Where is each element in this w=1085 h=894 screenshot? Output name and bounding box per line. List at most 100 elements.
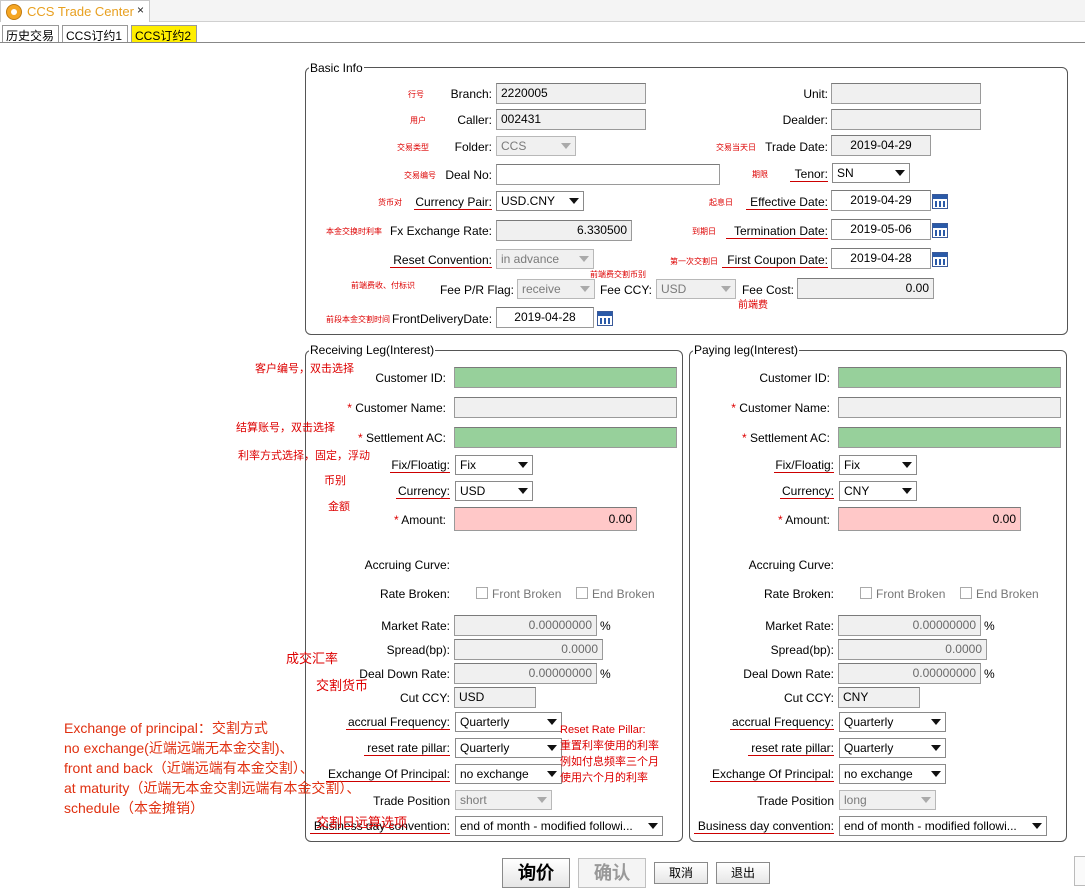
close-icon[interactable]: × <box>137 3 144 17</box>
receiving-market-rate-field[interactable]: 0.00000000 <box>454 615 597 636</box>
front-broken-label: Front Broken <box>492 587 562 601</box>
receiving-customer-id-field[interactable] <box>454 367 677 388</box>
paying-customer-id-field[interactable] <box>838 367 1061 388</box>
termdate-field[interactable]: 2019-05-06 <box>831 219 931 240</box>
paying-end-broken-checkbox[interactable] <box>960 587 972 599</box>
paying-market-rate-field[interactable]: 0.00000000 <box>838 615 981 636</box>
currency-label[interactable]: Currency: <box>396 484 450 499</box>
fix-floating-label[interactable]: Fix/Floatig: <box>774 458 834 473</box>
receiving-amount-field[interactable]: 0.00 <box>454 507 637 531</box>
paying-cut-ccy-field[interactable]: CNY <box>838 687 920 708</box>
termdate-label[interactable]: Termination Date: <box>726 224 828 239</box>
fxrate-field[interactable]: 6.330500 <box>496 220 632 241</box>
receiving-end-broken-checkbox[interactable] <box>576 587 588 599</box>
fix-floating-label[interactable]: Fix/Floatig: <box>390 458 450 473</box>
tab-ccs-1[interactable]: CCS订约1 <box>62 25 128 43</box>
chevron-down-icon <box>543 765 561 783</box>
branch-field[interactable]: 2220005 <box>496 83 646 104</box>
receiving-trade-position-select[interactable]: short <box>455 790 552 810</box>
calendar-icon[interactable] <box>597 311 613 326</box>
side-handle[interactable] <box>1074 856 1085 886</box>
receiving-fix-floating-select[interactable]: Fix <box>455 455 533 475</box>
cancel-button[interactable]: 取消 <box>654 862 708 884</box>
paying-exchange-principal-select[interactable]: no exchange <box>839 764 946 784</box>
receiving-exchange-principal-select[interactable]: no exchange <box>455 764 562 784</box>
exit-button[interactable]: 退出 <box>716 862 770 884</box>
front-delivery-field[interactable]: 2019-04-28 <box>496 307 594 328</box>
receiving-front-broken-checkbox[interactable] <box>476 587 488 599</box>
paying-accrual-frequency-select[interactable]: Quarterly <box>839 712 946 732</box>
dealno-field[interactable] <box>496 164 720 185</box>
receiving-customer-name-field[interactable] <box>454 397 677 418</box>
caller-label: Caller: <box>457 113 492 127</box>
dealno-label: Deal No: <box>445 168 492 182</box>
accrual-frequency-label[interactable]: accrual Frequency: <box>346 715 450 730</box>
annotation-exchange-line: at maturity（近端无本金交割远端有本金交割）、 <box>64 780 361 796</box>
front-note: 前段本金交割时间 <box>326 315 390 324</box>
receiving-cut-ccy-field[interactable]: USD <box>454 687 536 708</box>
fxrate-note: 本金交换时利率 <box>326 227 382 236</box>
chevron-down-icon <box>898 482 916 500</box>
ccypair-label[interactable]: Currency Pair: <box>414 195 492 210</box>
receiving-currency-select[interactable]: USD <box>455 481 533 501</box>
dealer-field[interactable] <box>831 109 981 130</box>
paying-front-broken-checkbox[interactable] <box>860 587 872 599</box>
calendar-icon[interactable] <box>932 223 948 238</box>
receiving-reset-rate-pillar-select[interactable]: Quarterly <box>455 738 562 758</box>
dealer-label: Dealder: <box>782 113 828 127</box>
receiving-accrual-frequency-select[interactable]: Quarterly <box>455 712 562 732</box>
confirm-button[interactable]: 确认 <box>578 858 646 888</box>
receiving-spread-field[interactable]: 0.0000 <box>454 639 603 660</box>
tab-history[interactable]: 历史交易 <box>2 25 59 43</box>
ccypair-select[interactable]: USD.CNY <box>496 191 584 211</box>
effdate-field[interactable]: 2019-04-29 <box>831 190 931 211</box>
tenor-select[interactable]: SN <box>832 163 910 183</box>
chevron-down-icon <box>565 192 583 210</box>
spread-label: Spread(bp): <box>386 643 450 657</box>
currency-label[interactable]: Currency: <box>780 484 834 499</box>
reset-convention-label[interactable]: Reset Convention: <box>390 253 492 268</box>
reset-convention-select[interactable]: in advance <box>496 249 594 269</box>
reset-rate-pillar-label[interactable]: reset rate pillar: <box>748 741 834 756</box>
inquiry-button[interactable]: 询价 <box>502 858 570 888</box>
paying-deal-down-rate-field[interactable]: 0.00000000 <box>838 663 981 684</box>
tradedate-label: Trade Date: <box>765 140 828 154</box>
paying-currency-select[interactable]: CNY <box>839 481 917 501</box>
required-mark: * <box>357 431 363 445</box>
firstcoupon-label[interactable]: First Coupon Date: <box>722 253 828 268</box>
ccypair-value: USD.CNY <box>501 194 556 208</box>
chevron-down-icon <box>927 739 945 757</box>
reset-rate-pillar-label[interactable]: reset rate pillar: <box>364 741 450 756</box>
receiving-deal-down-rate-field[interactable]: 0.00000000 <box>454 663 597 684</box>
window-tab[interactable]: CCS Trade Center × <box>0 0 150 22</box>
unit-field[interactable] <box>831 83 981 104</box>
caller-field[interactable]: 002431 <box>496 109 646 130</box>
calendar-icon[interactable] <box>932 252 948 267</box>
paying-settlement-ac-field[interactable] <box>838 427 1061 448</box>
paying-accrual-frequency-value: Quarterly <box>844 715 894 729</box>
feeflag-select[interactable]: receive <box>517 279 595 299</box>
receiving-settlement-ac-field[interactable] <box>454 427 677 448</box>
paying-business-day-select[interactable]: end of month - modified followi... <box>839 816 1047 836</box>
paying-customer-name-field[interactable] <box>838 397 1061 418</box>
tab-ccs-2[interactable]: CCS订约2 <box>131 25 197 43</box>
feecost-field[interactable]: 0.00 <box>797 278 934 299</box>
feeccy-select[interactable]: USD <box>656 279 736 299</box>
annotation-reset-pillar-line: Reset Rate Pillar: <box>560 724 646 736</box>
paying-trade-position-select[interactable]: long <box>839 790 936 810</box>
effdate-label[interactable]: Effective Date: <box>746 195 828 210</box>
tradedate-field[interactable]: 2019-04-29 <box>831 135 931 156</box>
paying-spread-field[interactable]: 0.0000 <box>838 639 987 660</box>
folder-select[interactable]: CCS <box>496 136 576 156</box>
receiving-business-day-select[interactable]: end of month - modified followi... <box>455 816 663 836</box>
accrual-frequency-label[interactable]: accrual Frequency: <box>730 715 834 730</box>
tenor-label[interactable]: Tenor: <box>790 167 828 182</box>
paying-reset-rate-pillar-select[interactable]: Quarterly <box>839 738 946 758</box>
firstcoupon-field[interactable]: 2019-04-28 <box>831 248 931 269</box>
exchange-principal-label[interactable]: Exchange Of Principal: <box>710 767 834 782</box>
chevron-down-icon <box>644 817 662 835</box>
paying-amount-field[interactable]: 0.00 <box>838 507 1021 531</box>
calendar-icon[interactable] <box>932 194 948 209</box>
business-day-label[interactable]: Business day convention: <box>694 819 834 834</box>
paying-fix-floating-select[interactable]: Fix <box>839 455 917 475</box>
